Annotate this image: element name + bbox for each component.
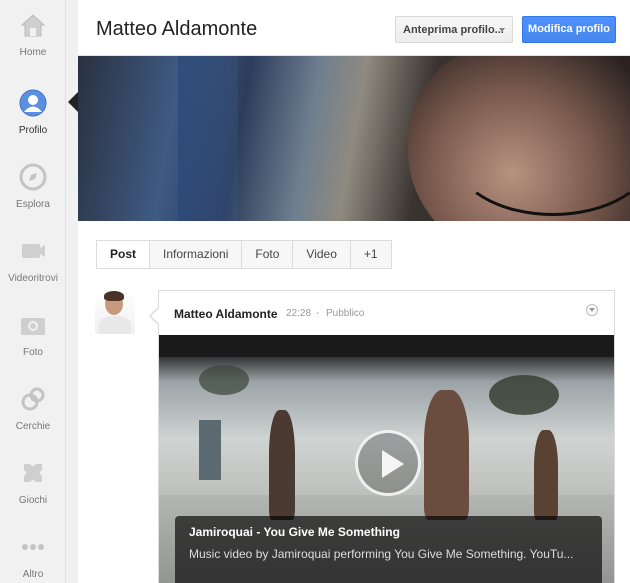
video-scene-person [269,410,295,520]
nav-label-hangouts: Videoritrovi [8,273,58,284]
profile-main: Matteo Aldamonte Anteprima profilo... Mo… [78,0,630,583]
profile-header: Matteo Aldamonte Anteprima profilo... Mo… [78,0,630,56]
play-icon[interactable] [355,430,421,496]
compass-icon [19,163,47,191]
nav-item-home[interactable]: Home [0,0,66,70]
camera-icon [21,318,45,335]
tab-plus-one[interactable]: +1 [350,240,392,269]
video-scene-plant [199,365,249,395]
tab-informazioni[interactable]: Informazioni [150,240,243,269]
nav-label-photos: Foto [22,347,43,358]
video-scene-palm [489,375,559,415]
profile-icon [19,89,47,117]
home-icon [20,14,46,37]
video-top-bar [159,335,614,357]
nav-label-games: Giochi [18,495,48,506]
video-embed[interactable]: Jamiroquai - You Give Me Something Music… [159,335,614,583]
nav-label-more: Altro [22,569,44,580]
video-title[interactable]: Jamiroquai - You Give Me Something [189,525,588,539]
cover-light-streak [178,56,238,221]
post-audience[interactable]: Pubblico [326,308,364,319]
video-scene-door [199,420,221,480]
nav-item-games[interactable]: Giochi [0,448,66,518]
preview-profile-label: Anteprima profilo... [403,24,504,36]
nav-item-hangouts[interactable]: Videoritrovi [0,226,66,296]
post-menu-chevron-icon[interactable] [586,304,598,316]
nav-item-explore[interactable]: Esplora [0,152,66,222]
avatar[interactable] [95,290,135,334]
profile-tabs: Post Informazioni Foto Video +1 [96,240,392,269]
profile-name: Matteo Aldamonte [96,18,258,40]
video-scene-dancer [424,390,469,520]
avatar-hair [104,291,124,301]
nav-item-circles[interactable]: Cerchie [0,374,66,444]
nav-item-more[interactable]: Altro [0,522,66,583]
nav-label-explore: Esplora [16,199,50,210]
chevron-down-icon [499,28,505,32]
video-camera-icon [22,244,45,258]
nav-item-profile[interactable]: Profilo [0,78,66,148]
cover-photo[interactable] [78,56,630,221]
active-nav-pointer [68,92,78,112]
post-card: Matteo Aldamonte 22:28 - Pubblico Jamiro… [158,290,615,583]
nav-item-photos[interactable]: Foto [0,300,66,370]
post-separator: - [316,308,320,319]
post-caret-inner [151,308,159,324]
post-author[interactable]: Matteo Aldamonte [174,307,278,321]
circles-icon [21,387,45,411]
games-icon [24,464,42,482]
edit-profile-button[interactable]: Modifica profilo [522,16,616,43]
video-scene-person [534,430,558,520]
preview-profile-button[interactable]: Anteprima profilo... [395,16,513,43]
nav-label-circles: Cerchie [15,421,51,432]
avatar-shirt [99,316,131,334]
nav-label-home: Home [19,47,47,58]
left-navigation: Home Profilo Esplora Videoritrovi Foto C… [0,0,66,583]
more-dots-icon [22,544,44,550]
tab-foto[interactable]: Foto [242,240,294,269]
post-time[interactable]: 22:28 [286,308,311,319]
tab-post[interactable]: Post [96,240,151,269]
video-description: Music video by Jamiroquai performing You… [189,547,574,561]
nav-label-profile: Profilo [18,125,48,136]
video-caption: Jamiroquai - You Give Me Something Music… [175,516,602,583]
tab-video[interactable]: Video [293,240,351,269]
